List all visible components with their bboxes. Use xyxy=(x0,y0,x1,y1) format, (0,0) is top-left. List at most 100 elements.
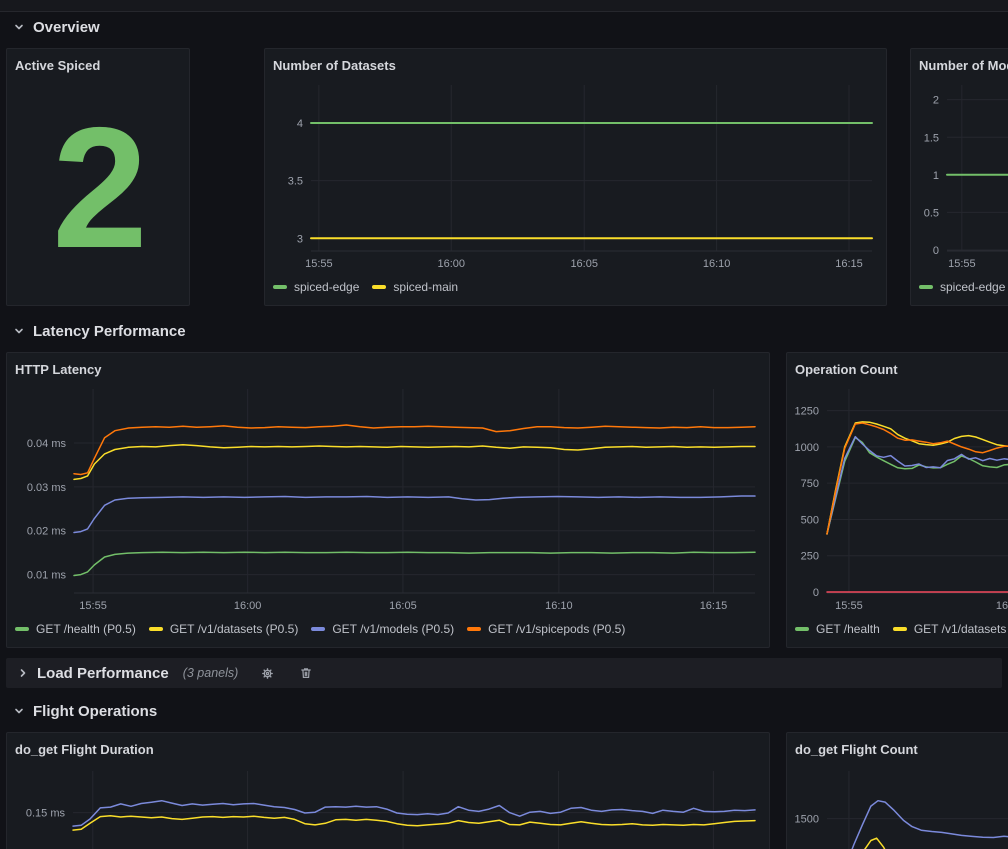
svg-text:0.03 ms: 0.03 ms xyxy=(27,482,67,494)
panel-operation-count: Operation Count 15:5516:0012501000750500… xyxy=(786,352,1008,648)
svg-text:16:00: 16:00 xyxy=(996,600,1008,612)
legend-item[interactable]: GET /health xyxy=(795,622,880,636)
legend-swatch xyxy=(15,627,29,631)
section-header-overview[interactable]: Overview xyxy=(12,15,100,39)
panel-title: do_get Flight Duration xyxy=(15,741,761,763)
panel-title: Operation Count xyxy=(795,361,1008,383)
svg-text:1: 1 xyxy=(933,170,939,182)
svg-text:0.5: 0.5 xyxy=(924,207,939,219)
legend-label: GET /v1/datasets xyxy=(914,622,1007,636)
legend: spiced-edge xyxy=(919,277,1008,297)
svg-text:16:10: 16:10 xyxy=(545,600,573,612)
panel-active-spiced: Active Spiced 2 xyxy=(6,48,190,306)
legend-item[interactable]: GET /v1/spicepods (P0.5) xyxy=(467,622,625,636)
chart-number-of-models[interactable]: 15:55 2 1.5 1 0.5 0 xyxy=(919,79,1008,275)
svg-text:2: 2 xyxy=(933,95,939,107)
svg-text:0: 0 xyxy=(933,245,939,257)
section-title: Latency Performance xyxy=(33,323,186,340)
svg-text:16:05: 16:05 xyxy=(389,600,417,612)
svg-text:15:55: 15:55 xyxy=(79,600,107,612)
legend-label: spiced-main xyxy=(393,280,458,294)
chart-number-of-datasets[interactable]: 15:5516:0016:0516:1016:1543.53 xyxy=(273,79,878,275)
legend-item[interactable]: spiced-edge xyxy=(273,280,359,294)
legend-swatch xyxy=(311,627,325,631)
series-GET /v1/spicepods (P0.5) xyxy=(74,425,755,475)
section-header-latency-performance[interactable]: Latency Performance xyxy=(12,319,186,343)
panel-title: Active Spiced xyxy=(15,57,181,79)
svg-text:1500: 1500 xyxy=(795,814,819,826)
legend-swatch xyxy=(273,285,287,289)
legend-item[interactable]: GET /v1/datasets (P0.5) xyxy=(149,622,299,636)
chart-do-get-flight-count[interactable]: 1500 xyxy=(795,763,1008,849)
svg-text:3: 3 xyxy=(297,233,303,245)
legend: GET /health (P0.5) GET /v1/datasets (P0.5… xyxy=(15,619,761,639)
legend-swatch xyxy=(372,285,386,289)
legend-label: GET /v1/spicepods (P0.5) xyxy=(488,622,625,636)
svg-text:250: 250 xyxy=(801,551,819,563)
legend-swatch xyxy=(893,627,907,631)
svg-text:16:15: 16:15 xyxy=(835,258,863,270)
section-title: Load Performance xyxy=(37,665,169,682)
svg-text:1250: 1250 xyxy=(795,406,819,418)
series-flight-count-blue xyxy=(847,801,1008,849)
series-flight-duration-blue xyxy=(73,801,755,826)
stat-value-wrap: 2 xyxy=(15,79,181,297)
series-flight-duration-yellow xyxy=(73,816,755,830)
chevron-down-icon xyxy=(12,324,26,338)
svg-text:750: 750 xyxy=(801,478,819,490)
panel-title: HTTP Latency xyxy=(15,361,761,383)
svg-text:15:55: 15:55 xyxy=(948,258,976,270)
section-header-flight-operations[interactable]: Flight Operations xyxy=(12,699,157,723)
chart-operation-count[interactable]: 15:5516:00125010007505002500 xyxy=(795,383,1008,617)
svg-text:16:15: 16:15 xyxy=(700,600,728,612)
stat-value: 2 xyxy=(52,102,144,274)
series-GET /health (P0.5) xyxy=(74,552,755,575)
panel-title: do_get Flight Count xyxy=(795,741,1008,763)
legend-item[interactable]: spiced-edge xyxy=(919,280,1005,294)
svg-text:16:00: 16:00 xyxy=(437,258,465,270)
svg-text:0: 0 xyxy=(813,587,819,599)
series-GET /v1/models (P0.5) xyxy=(74,496,755,533)
svg-text:0.04 ms: 0.04 ms xyxy=(27,438,67,450)
chevron-down-icon xyxy=(12,20,26,34)
row-delete-button[interactable] xyxy=(297,664,315,682)
legend-item[interactable]: GET /health (P0.5) xyxy=(15,622,136,636)
row-settings-button[interactable] xyxy=(258,664,277,683)
legend: GET /health GET /v1/datasets xyxy=(795,619,1008,639)
section-title: Flight Operations xyxy=(33,703,157,720)
chevron-right-icon xyxy=(16,666,30,680)
legend-swatch xyxy=(467,627,481,631)
panel-http-latency: HTTP Latency 15:55 16:00 16:05 16:10 16:15 0.… xyxy=(6,352,770,648)
legend-label: spiced-edge xyxy=(294,280,359,294)
section-header-load-performance[interactable]: Load Performance (3 panels) xyxy=(6,658,1002,688)
chevron-down-icon xyxy=(12,704,26,718)
svg-text:0.01 ms: 0.01 ms xyxy=(27,570,67,582)
legend-item[interactable]: GET /v1/datasets xyxy=(893,622,1007,636)
grafana-dashboard: Overview Active Spiced 2 Number of Datas… xyxy=(0,0,1008,849)
legend-item[interactable]: GET /v1/models (P0.5) xyxy=(311,622,454,636)
legend-item[interactable]: spiced-main xyxy=(372,280,458,294)
legend-label: GET /health (P0.5) xyxy=(36,622,136,636)
legend-swatch xyxy=(149,627,163,631)
svg-text:0.02 ms: 0.02 ms xyxy=(27,526,67,538)
chart-do-get-flight-duration[interactable]: 0.15 ms xyxy=(15,763,761,849)
panel-title: Number of Models xyxy=(919,57,1008,79)
section-title: Overview xyxy=(33,19,100,36)
legend-label: GET /v1/datasets (P0.5) xyxy=(170,622,299,636)
legend-swatch xyxy=(919,285,933,289)
legend-label: GET /v1/models (P0.5) xyxy=(332,622,454,636)
legend-label: spiced-edge xyxy=(940,280,1005,294)
svg-text:1.5: 1.5 xyxy=(924,132,939,144)
svg-text:16:00: 16:00 xyxy=(234,600,262,612)
legend-swatch xyxy=(795,627,809,631)
series-GET /v1/datasets (P0.5) xyxy=(74,445,755,480)
svg-text:3.5: 3.5 xyxy=(288,176,303,188)
panel-do-get-flight-count: do_get Flight Count 1500 xyxy=(786,732,1008,849)
svg-text:15:55: 15:55 xyxy=(835,600,863,612)
chart-http-latency[interactable]: 15:55 16:00 16:05 16:10 16:15 0.04 ms 0.03 ms 0… xyxy=(15,383,761,617)
top-toolbar xyxy=(0,0,1008,12)
panel-number-of-datasets: Number of Datasets 15:5516:0016:0516:101… xyxy=(264,48,887,306)
series-flight-count-yellow xyxy=(850,838,1008,849)
svg-text:4: 4 xyxy=(297,118,303,130)
svg-text:16:10: 16:10 xyxy=(703,258,731,270)
